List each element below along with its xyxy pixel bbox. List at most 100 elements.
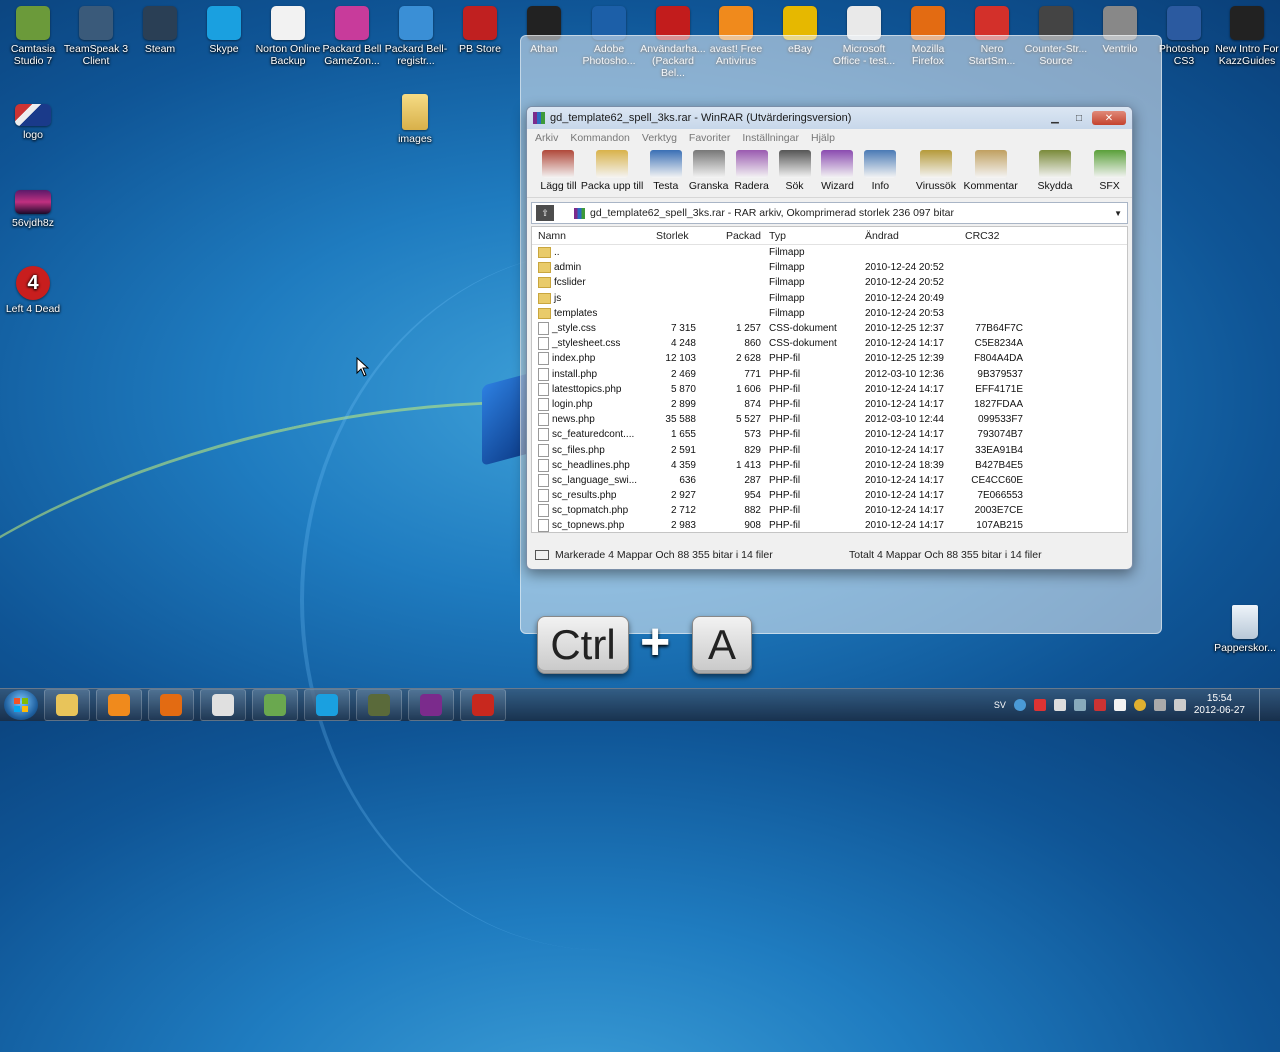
toolbar-button-11[interactable]: SFX xyxy=(1087,147,1132,192)
taskbar-filezilla-button[interactable] xyxy=(460,689,506,721)
tray-icon-1[interactable] xyxy=(1013,699,1026,711)
taskbar-explorer-button[interactable] xyxy=(44,689,90,721)
desktop-icon-label: Camtasia Studio 7 xyxy=(10,43,56,67)
toolbar-button-8[interactable]: Virussök xyxy=(914,147,959,192)
menu-installningar[interactable]: Inställningar xyxy=(742,132,799,144)
clock[interactable]: 15:54 2012-06-27 xyxy=(1194,693,1245,717)
plus-sign: + xyxy=(640,613,671,671)
column-crc[interactable]: CRC32 xyxy=(965,230,1023,242)
tray-icon-5[interactable] xyxy=(1093,699,1106,711)
menu-favoriter[interactable]: Favoriter xyxy=(689,132,730,144)
file-name: sc_language_swi... xyxy=(552,474,638,486)
desktop-icon-teamspeak[interactable]: TeamSpeak 3 Client xyxy=(63,6,129,67)
cell-type: PHP-fil xyxy=(769,490,801,502)
desktop-icon-label: New Intro For KazzGuides xyxy=(1215,43,1279,67)
table-row[interactable]: _stylesheet.css 4 248 860 CSS-dokument 2010-… xyxy=(532,336,1127,351)
table-row[interactable]: templates Filmapp 2010-12-24 20:53 xyxy=(532,306,1127,321)
toolbar-button-9[interactable]: Kommentar xyxy=(958,147,1022,192)
toolbar-button-0[interactable]: Lägg till xyxy=(537,147,580,192)
toolbar-button-4[interactable]: Radera xyxy=(730,147,773,192)
tray-icon-2[interactable] xyxy=(1033,699,1046,711)
minimize-button[interactable]: ▁ xyxy=(1044,111,1066,125)
desktop-icon-label: Papperskor... xyxy=(1214,642,1276,654)
volume-icon[interactable] xyxy=(1173,699,1186,711)
table-row[interactable]: sc_results.php 2 927 954 PHP-fil 2010-12-24 … xyxy=(532,488,1127,503)
tray-icon-8[interactable] xyxy=(1153,699,1166,711)
taskbar-media-player-button[interactable] xyxy=(96,689,142,721)
desktop-icon-packardbell[interactable]: Packard Bell-registr... xyxy=(383,6,449,67)
desktop-icon-kazzguides[interactable]: New Intro For KazzGuides xyxy=(1214,6,1280,67)
menu-verktyg[interactable]: Verktyg xyxy=(642,132,677,144)
table-row[interactable]: latesttopics.php 5 870 1 606 PHP-fil 2010-12… xyxy=(532,382,1127,397)
toolbar-button-5[interactable]: Sök xyxy=(773,147,816,192)
chevron-down-icon[interactable]: ▼ xyxy=(1114,209,1122,218)
tray-icon-4[interactable] xyxy=(1073,699,1086,711)
menu-kommandon[interactable]: Kommandon xyxy=(570,132,630,144)
table-row[interactable]: sc_headlines.php 4 359 1 413 PHP-fil 2010-12… xyxy=(532,458,1127,473)
table-row[interactable]: sc_language_swi... 636 287 PHP-fil 2010-12-2… xyxy=(532,473,1127,488)
test-icon xyxy=(649,150,682,178)
toolbar-button-1[interactable]: Packa upp till xyxy=(580,147,644,192)
column-packed[interactable]: Packad xyxy=(696,230,761,242)
taskbar-network-button[interactable] xyxy=(252,689,298,721)
table-row[interactable]: sc_topnews.php 2 983 908 PHP-fil 2010-12-24 … xyxy=(532,518,1127,532)
start-button[interactable] xyxy=(4,690,38,720)
taskbar-firefox-button[interactable] xyxy=(148,689,194,721)
column-size[interactable]: Storlek xyxy=(656,230,696,242)
table-row[interactable]: sc_featuredcont.... 1 655 573 PHP-fil 2010-1… xyxy=(532,427,1127,442)
column-name[interactable]: Namn xyxy=(532,230,656,242)
language-indicator[interactable]: SV xyxy=(994,700,1006,710)
desktop-icon-camtasia[interactable]: Camtasia Studio 7 xyxy=(0,6,66,67)
table-row[interactable]: .. Filmapp xyxy=(532,245,1127,260)
table-row[interactable]: js Filmapp 2010-12-24 20:49 xyxy=(532,291,1127,306)
desktop-icon-pbstore[interactable]: PB Store xyxy=(447,6,513,55)
desktop-icon-steam[interactable]: Steam xyxy=(127,6,193,55)
table-row[interactable]: index.php 12 103 2 628 PHP-fil 2010-12-25 12… xyxy=(532,351,1127,366)
tray-icon-7[interactable] xyxy=(1133,699,1146,711)
toolbar-button-10[interactable]: Skydda xyxy=(1023,147,1087,192)
close-button[interactable]: ✕ xyxy=(1092,111,1126,125)
pbstore-icon xyxy=(463,6,497,40)
desktop-icon-images-folder[interactable]: images xyxy=(382,94,448,145)
logo-image-icon xyxy=(15,104,51,126)
taskbar-winrar-button[interactable] xyxy=(408,689,454,721)
toolbar-button-6[interactable]: Wizard xyxy=(816,147,859,192)
tray-icon-6[interactable] xyxy=(1113,699,1126,711)
tray-icon-3[interactable] xyxy=(1053,699,1066,711)
desktop-icon-recycle-bin[interactable]: Papperskor... xyxy=(1212,605,1278,654)
toolbar-button-7[interactable]: Info xyxy=(859,147,902,192)
table-row[interactable]: news.php 35 588 5 527 PHP-fil 2012-03-10 12:… xyxy=(532,412,1127,427)
desktop-icon-norton[interactable]: Norton Online Backup xyxy=(255,6,321,67)
table-row[interactable]: login.php 2 899 874 PHP-fil 2010-12-24 14:17… xyxy=(532,397,1127,412)
taskbar-notepad-button[interactable] xyxy=(200,689,246,721)
cell-crc: 9B379537 xyxy=(977,368,1023,380)
up-folder-icon[interactable]: ⇧ xyxy=(536,205,554,221)
column-type[interactable]: Typ xyxy=(761,230,865,242)
column-modified[interactable]: Ändrad xyxy=(865,230,965,242)
table-row[interactable]: sc_files.php 2 591 829 PHP-fil 2010-12-24 14… xyxy=(532,442,1127,457)
desktop-icon-skype[interactable]: Skype xyxy=(191,6,257,55)
toolbar-button-2[interactable]: Testa xyxy=(644,147,687,192)
menu-hjalp[interactable]: Hjälp xyxy=(811,132,835,144)
title-bar[interactable]: gd_template62_spell_3ks.rar - WinRAR (Ut… xyxy=(527,107,1132,129)
taskbar-teamspeak-button[interactable] xyxy=(356,689,402,721)
table-row[interactable]: fcslider Filmapp 2010-12-24 20:52 xyxy=(532,275,1127,290)
table-row[interactable]: _style.css 7 315 1 257 CSS-dokument 2010-12-… xyxy=(532,321,1127,336)
maximize-button[interactable]: □ xyxy=(1068,111,1090,125)
show-desktop-button[interactable] xyxy=(1259,689,1272,721)
menu-arkiv[interactable]: Arkiv xyxy=(535,132,558,144)
cell-name: fcslider xyxy=(532,277,656,289)
address-bar[interactable]: ⇧ gd_template62_spell_3ks.rar - RAR arki… xyxy=(531,202,1128,224)
toolbar-button-3[interactable]: Granska xyxy=(687,147,730,192)
desktop-icon-left4dead[interactable]: 4 Left 4 Dead xyxy=(0,266,66,315)
taskbar-skype-button[interactable] xyxy=(304,689,350,721)
file-icon xyxy=(538,428,549,442)
sfx-icon xyxy=(1093,150,1126,178)
desktop-icon-56vjdh8z[interactable]: 56vjdh8z xyxy=(0,190,66,229)
toolbar-button-label: Kommentar xyxy=(963,180,1018,192)
table-row[interactable]: admin Filmapp 2010-12-24 20:52 xyxy=(532,260,1127,275)
table-row[interactable]: sc_topmatch.php 2 712 882 PHP-fil 2010-12-24… xyxy=(532,503,1127,518)
desktop-icon-gamezone[interactable]: Packard Bell GameZon... xyxy=(319,6,385,67)
desktop-icon-logo[interactable]: logo xyxy=(0,104,66,141)
table-row[interactable]: install.php 2 469 771 PHP-fil 2012-03-10 12:… xyxy=(532,367,1127,382)
